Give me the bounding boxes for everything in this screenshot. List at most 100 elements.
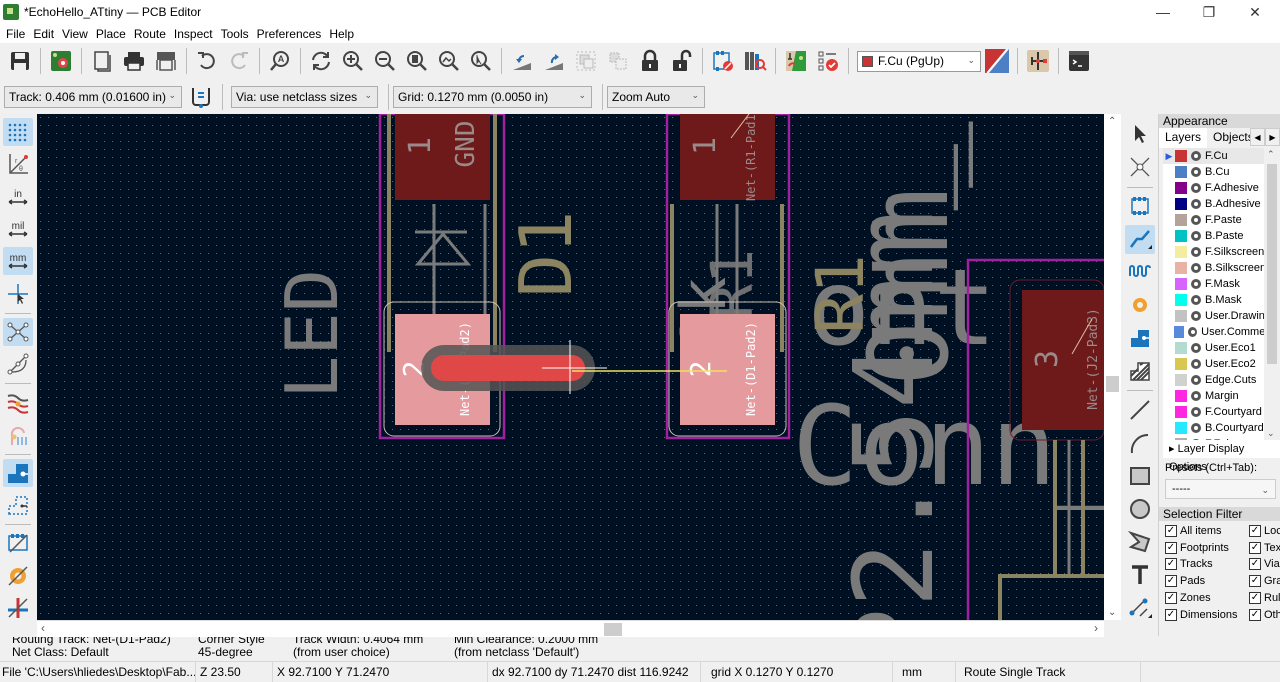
close-button[interactable]: ✕ xyxy=(1232,0,1278,24)
filter-text-checkbox[interactable]: ✓Text xyxy=(1249,541,1280,554)
visibility-eye-icon[interactable] xyxy=(1191,439,1201,440)
add-keepout-button[interactable] xyxy=(1125,357,1155,386)
layer-row-b-silkscreen[interactable]: B.Silkscreen xyxy=(1163,260,1280,276)
visibility-eye-icon[interactable] xyxy=(1191,343,1201,353)
track-width-select[interactable]: Track: 0.406 mm (0.01600 in) ⌄ xyxy=(4,85,182,108)
draw-circle-button[interactable] xyxy=(1125,494,1155,523)
layer-color-swatch[interactable] xyxy=(1173,326,1185,338)
visibility-eye-icon[interactable] xyxy=(1191,231,1201,241)
visibility-eye-icon[interactable] xyxy=(1188,327,1198,337)
units-inch-button[interactable]: in xyxy=(3,183,33,211)
layer-color-swatch[interactable] xyxy=(1175,390,1187,402)
visibility-eye-icon[interactable] xyxy=(1191,295,1201,305)
maximize-button[interactable]: ❐ xyxy=(1186,0,1232,24)
board-setup-button[interactable] xyxy=(45,45,77,77)
auto-track-width-button[interactable] xyxy=(188,81,214,113)
visibility-eye-icon[interactable] xyxy=(1191,247,1201,257)
layer-row-f-mask[interactable]: F.Mask xyxy=(1163,276,1280,292)
layer-color-swatch[interactable] xyxy=(1175,294,1187,306)
layer-row-f-fab[interactable]: F.Fab xyxy=(1163,436,1280,440)
horizontal-scrollbar[interactable]: ‹ › xyxy=(37,620,1104,637)
filter-rule-areas-checkbox[interactable]: ✓Rule Areas xyxy=(1249,591,1280,604)
update-pcb-button[interactable] xyxy=(780,45,812,77)
filter-dimensions-checkbox[interactable]: ✓ Dimensions xyxy=(1165,608,1237,621)
footprint-browser-button[interactable] xyxy=(739,45,771,77)
visibility-eye-icon[interactable] xyxy=(1191,391,1201,401)
zoom-select[interactable]: Zoom Auto ⌄ xyxy=(607,85,705,108)
draw-arc-button[interactable] xyxy=(1125,428,1155,457)
undo-button[interactable] xyxy=(191,45,223,77)
track-display-button[interactable] xyxy=(3,594,33,622)
grid-select[interactable]: Grid: 0.1270 mm (0.0050 in) ⌄ xyxy=(393,85,592,108)
layer-row-f-courtyard[interactable]: F.Courtyard xyxy=(1163,404,1280,420)
visibility-eye-icon[interactable] xyxy=(1191,215,1201,225)
tab-scroll-left-icon[interactable]: ◀ xyxy=(1250,128,1265,146)
zoom-in-button[interactable] xyxy=(337,45,369,77)
layer-color-swatch[interactable] xyxy=(1175,342,1187,354)
active-layer-select[interactable]: F.Cu (PgUp) ⌄ xyxy=(857,50,981,72)
layer-display-options-toggle[interactable]: ▸ Layer Display Options xyxy=(1163,440,1280,473)
scroll-down-icon[interactable]: ⌄ xyxy=(1267,428,1275,439)
python-console-button[interactable] xyxy=(1063,45,1095,77)
draw-rectangle-button[interactable] xyxy=(1125,461,1155,490)
layer-color-swatch[interactable] xyxy=(1175,406,1187,418)
visibility-eye-icon[interactable] xyxy=(1191,263,1201,273)
layer-row-f-silkscreen[interactable]: F.Silkscreen xyxy=(1163,244,1280,260)
via-display-button[interactable] xyxy=(3,561,33,589)
layer-color-swatch[interactable] xyxy=(1175,438,1187,440)
zoom-selection-button[interactable] xyxy=(465,45,497,77)
visibility-eye-icon[interactable] xyxy=(1191,359,1201,369)
filter-other-items-checkbox[interactable]: ✓Other items xyxy=(1249,608,1280,621)
filter-locked-items-checkbox[interactable]: ✓Locked items xyxy=(1249,525,1280,537)
menu-edit[interactable]: Edit xyxy=(29,27,58,41)
layer-row-user-eco1[interactable]: User.Eco1 xyxy=(1163,340,1280,356)
local-ratsnest-button[interactable] xyxy=(1125,153,1155,182)
add-dimension-button[interactable] xyxy=(1125,593,1155,622)
layer-color-swatch[interactable] xyxy=(1175,166,1187,178)
layer-row-b-adhesive[interactable]: B.Adhesive xyxy=(1163,196,1280,212)
schematic-button[interactable] xyxy=(1022,45,1054,77)
units-mm-button[interactable]: mm xyxy=(3,247,33,276)
zoom-objects-button[interactable] xyxy=(433,45,465,77)
redo-button[interactable] xyxy=(223,45,255,77)
redraw-button[interactable] xyxy=(305,45,337,77)
grid-toggle-button[interactable] xyxy=(3,118,33,147)
filter-graphics-checkbox[interactable]: ✓Graphics xyxy=(1249,575,1280,588)
ungroup-button[interactable] xyxy=(602,45,634,77)
layer-row-user-drawings[interactable]: User.Drawings xyxy=(1163,308,1280,324)
layer-pair-button[interactable] xyxy=(981,45,1013,77)
scroll-thumb[interactable] xyxy=(1106,376,1119,392)
layer-row-edge-cuts[interactable]: Edge.Cuts xyxy=(1163,372,1280,388)
add-zone-button[interactable] xyxy=(1125,324,1155,353)
polar-coords-button[interactable]: rθ xyxy=(3,150,33,178)
net-inactive-button[interactable] xyxy=(3,420,33,448)
layer-color-swatch[interactable] xyxy=(1175,230,1187,242)
visibility-eye-icon[interactable] xyxy=(1191,423,1201,433)
visibility-eye-icon[interactable] xyxy=(1191,279,1201,289)
net-highlight-button[interactable] xyxy=(3,388,33,416)
layer-row-b-paste[interactable]: B.Paste xyxy=(1163,228,1280,244)
presets-select[interactable]: ----- ⌄ xyxy=(1165,479,1276,499)
layer-color-swatch[interactable] xyxy=(1175,358,1187,370)
save-button[interactable] xyxy=(4,45,36,77)
layer-row-b-mask[interactable]: B.Mask xyxy=(1163,292,1280,308)
page-settings-button[interactable] xyxy=(86,45,118,77)
filter-pads-checkbox[interactable]: ✓ Pads xyxy=(1165,575,1205,588)
filter-zones-checkbox[interactable]: ✓ Zones xyxy=(1165,591,1211,604)
lock-button[interactable] xyxy=(634,45,666,77)
menu-route[interactable]: Route xyxy=(130,27,170,41)
filter-tracks-checkbox[interactable]: ✓ Tracks xyxy=(1165,558,1213,571)
layer-list-scrollbar[interactable]: ⌃ ⌄ xyxy=(1264,148,1280,440)
filter-footprints-checkbox[interactable]: ✓ Footprints xyxy=(1165,541,1229,554)
drc-button[interactable] xyxy=(812,45,844,77)
scroll-up-icon[interactable]: ⌃ xyxy=(1267,149,1275,160)
zoom-out-button[interactable] xyxy=(369,45,401,77)
tab-scroll-right-icon[interactable]: ▶ xyxy=(1265,128,1280,146)
scroll-up-icon[interactable]: ⌃ xyxy=(1108,116,1116,127)
select-button[interactable] xyxy=(1125,120,1155,149)
layer-row-f-adhesive[interactable]: F.Adhesive xyxy=(1163,180,1280,196)
add-text-button[interactable] xyxy=(1125,560,1155,589)
filter-vias-checkbox[interactable]: ✓Vias xyxy=(1249,558,1280,571)
draw-line-button[interactable] xyxy=(1125,395,1155,424)
layer-color-swatch[interactable] xyxy=(1175,182,1187,194)
